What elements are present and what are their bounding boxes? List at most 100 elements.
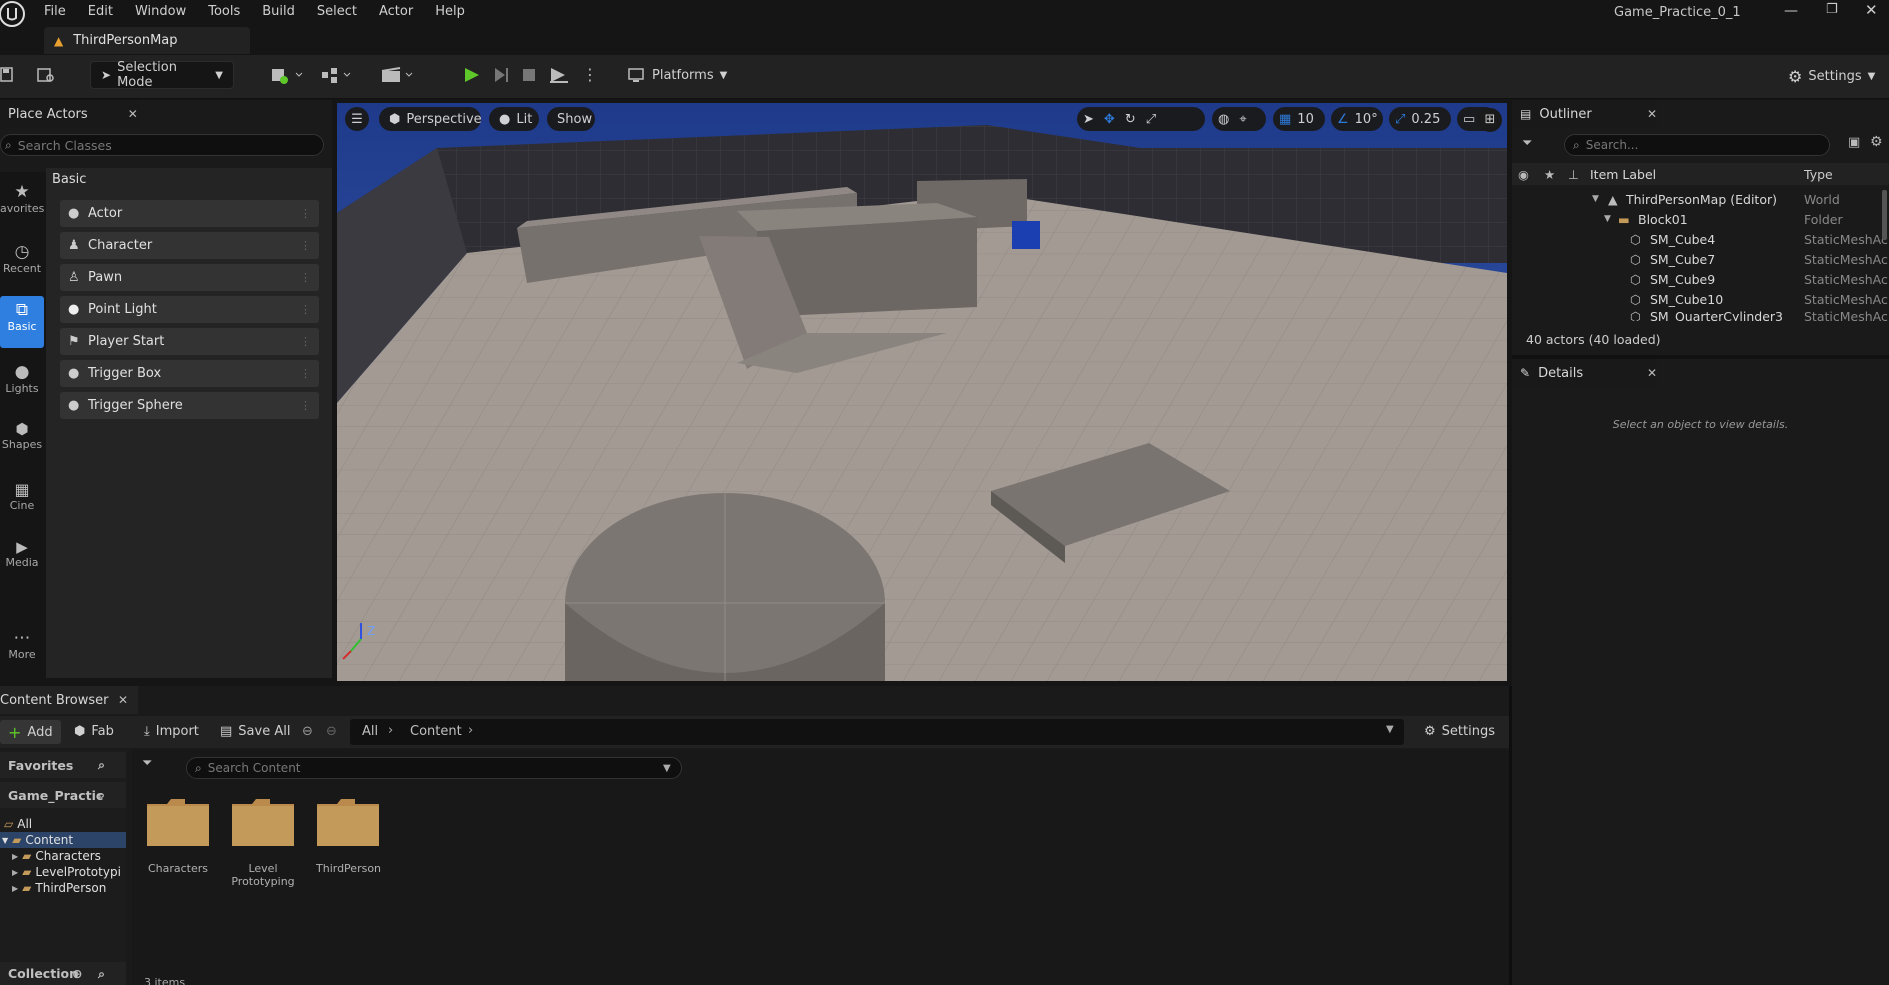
add-button[interactable]: + Add [0,720,61,744]
chevron-down-icon[interactable]: ▼ [663,763,671,774]
actor-item[interactable]: ♙ Pawn ⋮ [60,264,319,291]
eject-button[interactable] [548,66,570,84]
minimize-icon[interactable]: — [1784,3,1798,19]
actor-item[interactable]: ● Point Light ⋮ [60,296,319,323]
category-recent[interactable]: ◷ Recent [0,242,44,275]
menu-actor[interactable]: Actor [377,0,425,24]
menu-help[interactable]: Help [433,0,477,24]
fab-button[interactable]: ⬢ Fab [74,724,114,739]
viewport-layout-icon[interactable]: ⊞ [1478,108,1502,132]
actor-item[interactable]: ● Trigger Sphere ⋮ [60,392,319,419]
outliner-row[interactable]: ⬡ SM_Cube9 StaticMeshAc [1512,269,1889,289]
content-browse-icon[interactable] [36,67,56,83]
close-tab-icon[interactable]: ✕ [1647,107,1657,121]
tree-item-levelprototyping[interactable]: ▶ ▰ LevelPrototypi [0,864,126,880]
collection-header[interactable]: Collection ⊕ ⌕ [0,962,126,985]
place-actors-tab[interactable]: Place Actors ✕ [0,100,140,128]
search-icon[interactable]: ⌕ [98,757,105,773]
surface-snap-icon[interactable]: ⌖ [1239,112,1246,127]
outliner-search-input[interactable]: ⌕ Search... [1564,134,1830,156]
outliner-row[interactable]: ▼ ▬ Block01 Folder [1512,209,1889,229]
drag-handle-icon[interactable]: ⋮ [300,367,311,380]
play-button[interactable] [462,66,482,84]
eye-icon[interactable]: ◉ [1518,167,1529,182]
chevron-down-icon[interactable]: ▼ [1386,724,1394,735]
drag-handle-icon[interactable]: ⋮ [300,207,311,220]
expand-arrow-icon[interactable]: ▼ [1592,194,1599,204]
column-type[interactable]: Type [1804,167,1833,182]
category-cine[interactable]: ▦ Cine [0,480,44,512]
restore-icon[interactable]: ❐ [1826,2,1838,17]
level-viewport[interactable]: Z ☰ ⬢ Perspective ● Lit Show ➤ ✥ ↻ ⤢ ◍ ⌖ ▦… [337,103,1507,681]
blueprint-button[interactable] [320,66,354,84]
add-actor-button[interactable] [270,66,304,84]
stop-button[interactable] [520,66,538,84]
scale-snap-button[interactable]: ⤢ 0.25 [1389,107,1451,131]
expand-arrow-icon[interactable]: ▼ [1604,214,1611,224]
category-shapes[interactable]: ⬢ Shapes [0,420,44,451]
import-button[interactable]: ⤓ Import [144,724,199,739]
category-lights[interactable]: ● Lights [0,362,44,395]
details-tab[interactable]: ✎ Details ✕ [1512,359,1657,387]
menu-tools[interactable]: Tools [206,0,252,24]
star-icon[interactable]: ★ [1544,167,1555,182]
drag-handle-icon[interactable]: ⋮ [300,239,311,252]
gear-icon[interactable]: ⚙ [1870,134,1883,150]
platforms-button[interactable]: Platforms ▼ [628,67,727,83]
step-button[interactable] [492,66,512,84]
add-collection-icon[interactable]: ⊕ [72,966,82,981]
search-icon[interactable]: ⌕ [98,787,105,803]
category-media[interactable]: ▶ Media [0,538,44,569]
show-button[interactable]: Show [547,107,595,131]
column-item-label[interactable]: Item Label [1590,167,1656,182]
scale-tool-icon[interactable]: ⤢ [1146,112,1156,127]
outliner-row[interactable]: ⬡ SM_Cube10 StaticMeshAc [1512,289,1889,309]
close-tab-icon[interactable]: ✕ [118,693,128,707]
actor-item[interactable]: ● Trigger Box ⋮ [60,360,319,387]
close-tab-icon[interactable]: ✕ [1647,366,1657,380]
outliner-scrollbar[interactable] [1882,190,1887,240]
select-tool-icon[interactable]: ➤ [1083,112,1094,127]
tree-item-characters[interactable]: ▶ ▰ Characters [0,848,126,864]
add-folder-icon[interactable]: ▣ [1848,135,1860,150]
breadcrumb-all[interactable]: All [362,724,378,739]
folder-tile[interactable]: ThirdPerson [316,796,381,875]
lit-button[interactable]: ● Lit [489,107,539,131]
tree-item-all[interactable]: ▱ All [0,816,126,832]
actor-item[interactable]: ⚑ Player Start ⋮ [60,328,319,355]
tree-item-content[interactable]: ▼ ▰ Content [0,832,126,848]
project-header[interactable]: Game_Practic ⌕ [0,782,126,808]
menu-window[interactable]: Window [133,0,198,24]
search-classes-input[interactable]: ⌕ Search Classes [0,134,324,156]
favorites-header[interactable]: Favorites ⌕ [0,752,126,778]
drag-handle-icon[interactable]: ⋮ [300,335,311,348]
menu-build[interactable]: Build [260,0,307,24]
actor-item[interactable]: ● Actor ⋮ [60,200,319,227]
viewport-menu-button[interactable]: ☰ [345,107,369,131]
folder-tile[interactable]: Characters [146,796,210,875]
outliner-row[interactable]: ▼ ▲ ThirdPersonMap (Editor) World [1512,189,1889,209]
pin-icon[interactable]: ⊥ [1568,167,1579,182]
search-icon[interactable]: ⌕ [98,966,105,982]
rotation-snap-button[interactable]: ∠ 10° [1331,107,1383,131]
play-options-icon[interactable]: ⋮ [582,65,598,84]
outliner-row[interactable]: ⬡ SM_Cube7 StaticMeshAc [1512,249,1889,269]
actor-item[interactable]: ♟ Character ⋮ [60,232,319,259]
outliner-tab[interactable]: ▤ Outliner ✕ [1512,100,1657,128]
grid-snap-button[interactable]: ▦ 10 [1273,107,1325,131]
content-browser-tab[interactable]: Content Browser ✕ [0,686,138,714]
filter-icon[interactable]: ⏷ [142,756,152,771]
menu-edit[interactable]: Edit [86,0,125,24]
menu-file[interactable]: File [42,0,78,24]
panel-splitter[interactable] [1509,686,1512,985]
drag-handle-icon[interactable]: ⋮ [300,303,311,316]
folder-tile[interactable]: Level Prototyping [231,796,295,888]
move-tool-icon[interactable]: ✥ [1104,112,1115,127]
breadcrumb-content[interactable]: Content [410,724,462,739]
settings-button[interactable]: ⚙ Settings ▼ [1788,67,1875,86]
save-all-button[interactable]: ▤ Save All [220,724,290,739]
search-content-input[interactable]: ⌕ Search Content ▼ [186,757,682,779]
cinematics-button[interactable] [380,66,416,84]
forward-icon[interactable]: ⊖ [326,724,337,739]
drag-handle-icon[interactable]: ⋮ [300,399,311,412]
